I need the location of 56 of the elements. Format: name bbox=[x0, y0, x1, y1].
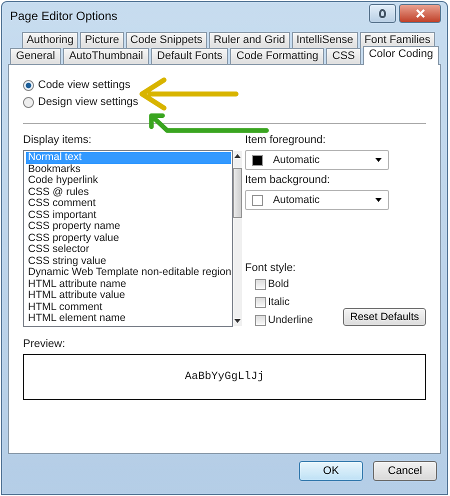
list-item[interactable]: CSS selector bbox=[26, 244, 232, 256]
scroll-down-arrow-icon[interactable] bbox=[234, 318, 242, 322]
preview-sample-text: AaBbYyGgLlJj bbox=[184, 371, 264, 383]
tab[interactable]: Code Snippets bbox=[126, 32, 208, 48]
checkbox-label[interactable]: Bold bbox=[268, 278, 290, 290]
tab[interactable]: Authoring bbox=[22, 32, 78, 48]
help-button[interactable] bbox=[369, 4, 396, 23]
list-item[interactable]: HTML comment bbox=[26, 302, 232, 313]
tab[interactable]: Color Coding bbox=[362, 46, 440, 65]
preview-label: Preview: bbox=[23, 338, 66, 350]
tab[interactable]: Ruler and Grid bbox=[209, 32, 290, 48]
scroll-thumb[interactable] bbox=[233, 168, 242, 218]
caret-icon bbox=[375, 158, 382, 162]
list-item[interactable]: HTML element name bbox=[26, 313, 232, 324]
reset-defaults-button[interactable]: Reset Defaults bbox=[343, 308, 426, 326]
background-dropdown[interactable]: Automatic bbox=[245, 190, 389, 210]
list-item[interactable]: HTML attribute value bbox=[26, 290, 232, 302]
tab[interactable]: CSS bbox=[326, 48, 361, 64]
radio-button[interactable] bbox=[23, 80, 34, 90]
background-label: Item background: bbox=[245, 174, 331, 186]
list-item[interactable]: HTML attribute name bbox=[26, 278, 232, 290]
font-style-label: Font style: bbox=[245, 262, 297, 274]
list-item[interactable]: CSS comment bbox=[26, 198, 232, 210]
scroll-up-arrow-icon[interactable] bbox=[234, 154, 242, 158]
checkbox-label[interactable]: Underline bbox=[268, 314, 313, 326]
tab[interactable]: Picture bbox=[80, 32, 124, 48]
tab[interactable]: Code Formatting bbox=[230, 48, 324, 64]
checkbox-label[interactable]: Italic bbox=[268, 296, 290, 308]
list-item[interactable]: Bookmarks bbox=[26, 164, 232, 175]
checkbox[interactable] bbox=[255, 314, 266, 326]
close-icon bbox=[416, 9, 424, 18]
ok-button[interactable]: OK bbox=[299, 461, 363, 481]
foreground-label: Item foreground: bbox=[245, 134, 327, 146]
foreground-dropdown[interactable]: Automatic bbox=[245, 150, 389, 170]
display-items-label: Display items: bbox=[23, 134, 92, 146]
list-item[interactable]: CSS important bbox=[26, 210, 232, 221]
window-title: Page Editor Options bbox=[9, 9, 118, 23]
radio-button[interactable] bbox=[23, 96, 34, 108]
tab[interactable]: IntelliSense bbox=[292, 32, 358, 48]
radio-label[interactable]: Code view settings bbox=[38, 79, 130, 91]
list-item[interactable]: CSS @ rules bbox=[26, 186, 232, 198]
tab[interactable]: General bbox=[10, 48, 62, 64]
caret-icon bbox=[375, 198, 382, 202]
cancel-button[interactable]: Cancel bbox=[373, 461, 437, 481]
radio-label[interactable]: Design view settings bbox=[38, 96, 138, 108]
list-item[interactable]: Code hyperlink bbox=[26, 175, 232, 186]
list-item[interactable]: CSS string value bbox=[26, 256, 232, 267]
tab[interactable]: AutoThumbnail bbox=[63, 48, 150, 64]
list-item[interactable]: CSS property name bbox=[26, 221, 232, 232]
list-item[interactable]: Dynamic Web Template non-editable region bbox=[26, 267, 232, 278]
checkbox[interactable] bbox=[255, 296, 266, 308]
tab[interactable]: Default Fonts bbox=[151, 48, 228, 64]
scrollbar[interactable] bbox=[233, 151, 242, 326]
list-item[interactable]: CSS property value bbox=[26, 232, 232, 244]
checkbox[interactable] bbox=[255, 278, 266, 290]
close-button[interactable] bbox=[399, 4, 441, 23]
